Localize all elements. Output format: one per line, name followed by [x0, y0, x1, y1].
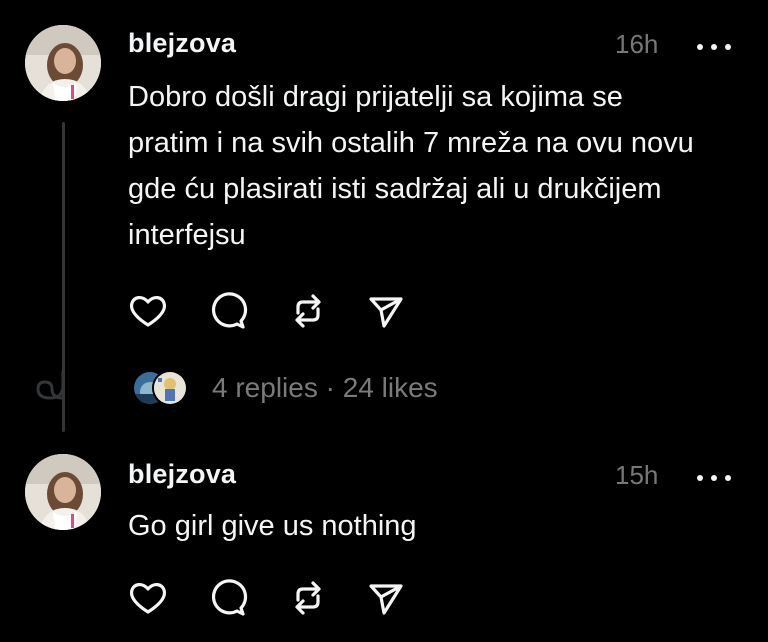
reply-avatars: [130, 368, 190, 408]
post-timestamp: 16h: [615, 29, 659, 59]
post-username[interactable]: blejzova: [128, 459, 236, 490]
more-icon[interactable]: [697, 38, 737, 58]
thread-post-2: blejzova 15h Go girl give us nothing: [0, 440, 768, 642]
post-text: Go girl give us nothing: [128, 510, 417, 542]
repost-icon[interactable]: [288, 291, 328, 331]
comment-icon[interactable]: [208, 291, 248, 331]
post-username[interactable]: blejzova: [128, 28, 236, 59]
replies-count[interactable]: 4 replies: [212, 372, 318, 403]
replies-row[interactable]: 4 replies · 24 likes: [130, 368, 530, 412]
avatar-image: [25, 454, 101, 530]
thread-post-1: blejzova 16h Dobro došli dragi prijatelj…: [0, 0, 768, 440]
thread-loop-icon: [30, 370, 70, 407]
post-timestamp: 15h: [615, 460, 659, 490]
post-text: Dobro došli dragi prijatelji sa kojima s…: [128, 81, 694, 251]
repost-icon[interactable]: [288, 578, 328, 618]
stats-separator: ·: [325, 372, 335, 403]
heart-icon[interactable]: [128, 578, 168, 618]
send-icon[interactable]: [366, 291, 406, 331]
avatar[interactable]: [25, 25, 101, 101]
avatar-image: [25, 25, 101, 101]
reply-avatar: [152, 370, 188, 406]
heart-icon[interactable]: [128, 291, 168, 331]
more-icon[interactable]: [697, 469, 737, 489]
post-actions: [128, 578, 428, 618]
likes-count[interactable]: 24 likes: [343, 372, 438, 403]
post-actions: [128, 291, 428, 331]
comment-icon[interactable]: [208, 578, 248, 618]
reply-stats: 4 replies · 24 likes: [212, 368, 438, 408]
send-icon[interactable]: [366, 578, 406, 618]
avatar[interactable]: [25, 454, 101, 530]
